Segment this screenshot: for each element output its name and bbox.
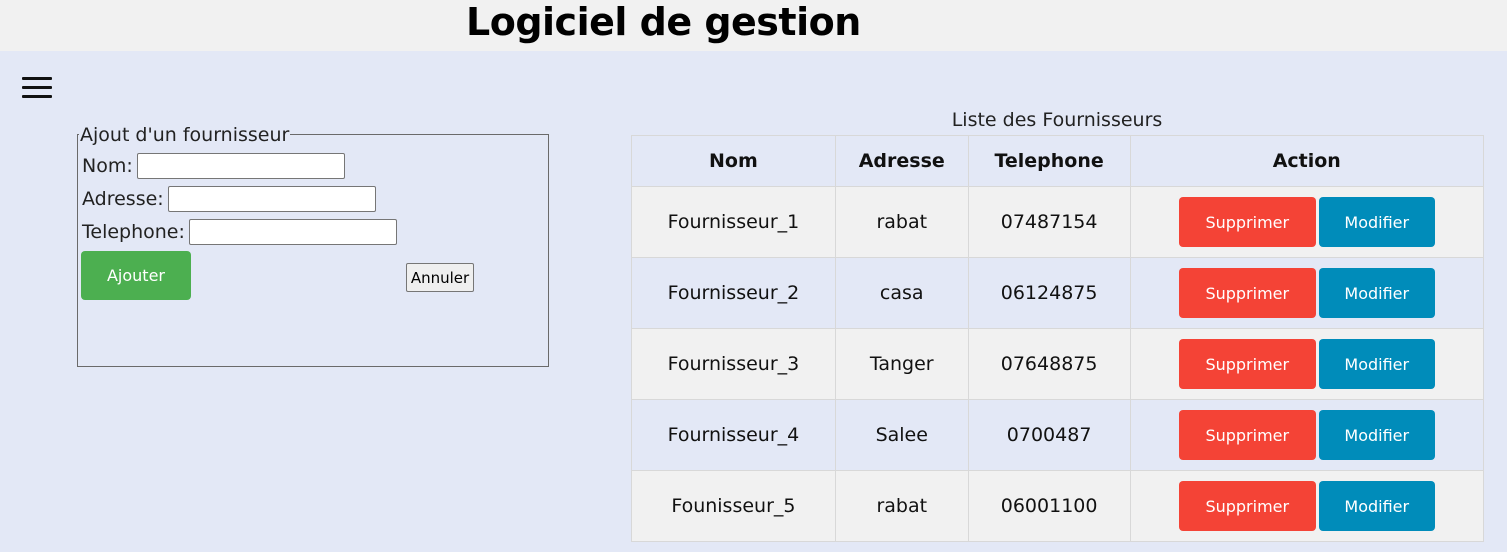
cell-telephone: 07648875 (967, 328, 1131, 400)
edit-button[interactable]: Modifier (1318, 481, 1435, 531)
delete-button[interactable]: Supprimer (1178, 410, 1316, 460)
add-button[interactable]: Ajouter (81, 251, 191, 300)
cancel-button[interactable]: Annuler (406, 263, 474, 292)
table-row: Founisseur_5 rabat 06001100 Supprimer Mod… (631, 470, 1485, 542)
table-caption: Liste des Fournisseurs (951, 109, 1163, 131)
hamburger-menu-icon[interactable] (22, 77, 52, 99)
cell-adresse: casa (834, 257, 969, 329)
table-row: Fournisseur_1 rabat 07487154 Supprimer Mo… (631, 186, 1485, 258)
hamburger-line (22, 77, 52, 80)
cell-adresse: Salee (834, 399, 969, 471)
delete-button[interactable]: Supprimer (1178, 339, 1316, 389)
edit-button[interactable]: Modifier (1318, 197, 1435, 247)
column-header-telephone: Telephone (967, 135, 1131, 187)
form-row-nom: Nom: (82, 153, 345, 179)
adresse-input[interactable] (167, 186, 376, 212)
edit-button[interactable]: Modifier (1318, 268, 1435, 318)
cell-nom: Fournisseur_2 (631, 257, 836, 329)
table-row: Fournisseur_3 Tanger 07648875 Supprimer M… (631, 328, 1485, 400)
hamburger-line (22, 86, 52, 89)
cell-adresse: Tanger (834, 328, 969, 400)
telephone-label: Telephone: (82, 221, 185, 243)
cell-nom: Founisseur_5 (631, 470, 836, 542)
cell-action: Supprimer Modifier (1129, 186, 1485, 258)
cell-nom: Fournisseur_4 (631, 399, 836, 471)
nom-input[interactable] (136, 153, 345, 179)
nom-label: Nom: (82, 155, 133, 177)
top-bar: Logiciel de gestion (0, 0, 1507, 51)
column-header-adresse: Adresse (834, 135, 969, 187)
cell-telephone: 07487154 (967, 186, 1131, 258)
cell-telephone: 06124875 (967, 257, 1131, 329)
delete-button[interactable]: Supprimer (1178, 268, 1316, 318)
telephone-input[interactable] (188, 219, 397, 245)
hamburger-line (22, 95, 52, 98)
cell-action: Supprimer Modifier (1129, 399, 1485, 471)
edit-button[interactable]: Modifier (1318, 339, 1435, 389)
add-supplier-legend: Ajout d'un fournisseur (79, 124, 291, 146)
column-header-action: Action (1129, 135, 1485, 187)
app-title: Logiciel de gestion (466, 0, 861, 44)
cell-adresse: rabat (834, 186, 969, 258)
cell-nom: Fournisseur_1 (631, 186, 836, 258)
delete-button[interactable]: Supprimer (1178, 481, 1316, 531)
table-header-row: Nom Adresse Telephone Action (631, 135, 1485, 187)
table-row: Fournisseur_4 Salee 0700487 Supprimer Mod… (631, 399, 1485, 471)
cell-telephone: 06001100 (967, 470, 1131, 542)
cell-adresse: rabat (834, 470, 969, 542)
cell-action: Supprimer Modifier (1129, 257, 1485, 329)
form-row-adresse: Adresse: (82, 186, 376, 212)
cell-nom: Fournisseur_3 (631, 328, 836, 400)
cell-action: Supprimer Modifier (1129, 328, 1485, 400)
table-row: Fournisseur_2 casa 06124875 Supprimer Mod… (631, 257, 1485, 329)
adresse-label: Adresse: (82, 188, 164, 210)
delete-button[interactable]: Supprimer (1178, 197, 1316, 247)
cell-action: Supprimer Modifier (1129, 470, 1485, 542)
column-header-nom: Nom (631, 135, 836, 187)
cell-telephone: 0700487 (967, 399, 1131, 471)
form-row-telephone: Telephone: (82, 219, 397, 245)
suppliers-table: Nom Adresse Telephone Action Fournisseur… (631, 135, 1485, 542)
edit-button[interactable]: Modifier (1318, 410, 1435, 460)
